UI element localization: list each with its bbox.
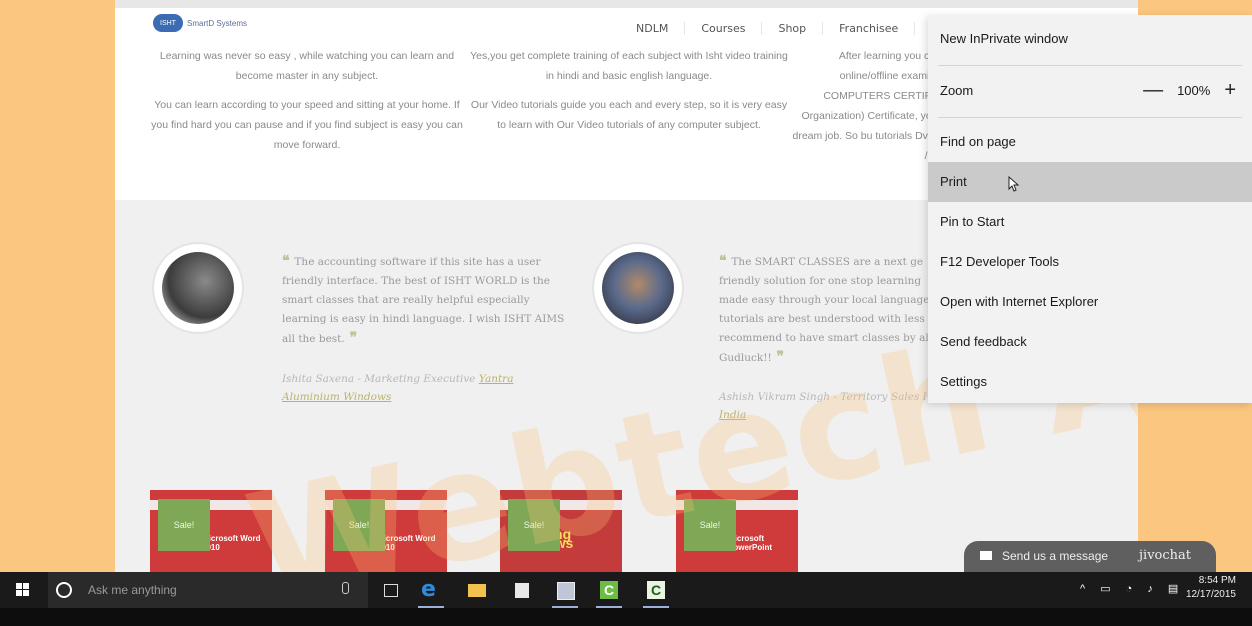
site-logo[interactable]: ISHT SmartD Systems xyxy=(153,14,247,32)
system-tray-icons[interactable]: ^ ▭ ◔ ♪ ▤ xyxy=(1080,582,1184,595)
feature-column-3: After learning you can online/offline ex… xyxy=(791,46,942,175)
menu-item-new-inprivate[interactable]: New InPrivate window xyxy=(928,19,1252,59)
zoom-controls: — 100% + xyxy=(1143,79,1236,102)
clock-date: 12/17/2015 xyxy=(1185,589,1236,600)
camtasia-recorder-icon[interactable]: C xyxy=(643,578,669,608)
menu-item-find-on-page[interactable]: Find on page xyxy=(928,122,1252,162)
open-quote-icon: ❝ xyxy=(719,253,732,269)
feature-column-1: Learning was never so easy , while watch… xyxy=(147,46,467,164)
feature-text: Our Video tutorials guide you each and e… xyxy=(470,99,788,131)
nav-link-shop[interactable]: Shop xyxy=(762,22,824,35)
open-quote-icon: ❝ xyxy=(282,253,295,269)
close-quote-icon: ❞ xyxy=(344,330,358,346)
zoom-in-button[interactable]: + xyxy=(1224,79,1236,102)
microphone-icon[interactable] xyxy=(342,582,349,594)
search-placeholder: Ask me anything xyxy=(88,583,177,597)
taskbar-clock[interactable]: 8:54 PM 12/17/2015 xyxy=(1186,574,1236,602)
zoom-level: 100% xyxy=(1177,83,1211,98)
envelope-icon xyxy=(980,551,992,560)
feature-text: You can learn according to your speed an… xyxy=(151,99,463,151)
cortana-search-box[interactable]: Ask me anything xyxy=(48,572,368,608)
avatar xyxy=(154,244,242,332)
video-letterbox xyxy=(0,608,1252,626)
file-explorer-icon[interactable] xyxy=(464,578,490,602)
cortana-icon xyxy=(56,582,72,598)
nav-link-ndlm[interactable]: NDLM xyxy=(620,22,686,35)
feature-text: Yes,you get complete training of each su… xyxy=(470,50,788,82)
avatar xyxy=(594,244,682,332)
menu-item-settings[interactable]: Settings xyxy=(928,362,1252,402)
windows-start-icon[interactable] xyxy=(16,583,30,597)
chat-label: Send us a message xyxy=(1002,549,1109,563)
windows-taskbar: Ask me anything e C C ^ ▭ ◔ ♪ ▤ 8:54 PM … xyxy=(0,572,1252,608)
store-icon[interactable] xyxy=(509,578,535,602)
logo-text: SmartD Systems xyxy=(187,18,248,28)
browser-more-menu: New InPrivate window Zoom — 100% + Find … xyxy=(928,15,1252,403)
menu-divider xyxy=(938,65,1242,66)
testimonial-quote: ❝ The accounting software if this site h… xyxy=(282,253,565,346)
menu-item-pin-to-start[interactable]: Pin to Start xyxy=(928,202,1252,242)
app-window-icon[interactable] xyxy=(552,578,578,608)
task-view-icon[interactable] xyxy=(377,578,403,602)
edge-browser-icon[interactable]: e xyxy=(418,578,444,608)
clock-time: 8:54 PM xyxy=(1198,575,1236,586)
menu-item-send-feedback[interactable]: Send feedback xyxy=(928,322,1252,362)
testimonial-author: Ishita Saxena - Marketing Executive Yant… xyxy=(282,373,514,403)
menu-item-f12-tools[interactable]: F12 Developer Tools xyxy=(928,242,1252,282)
camtasia-icon[interactable]: C xyxy=(596,578,622,608)
chat-widget[interactable]: Send us a message jivochat xyxy=(964,541,1216,572)
menu-item-zoom: Zoom — 100% + xyxy=(940,79,1236,102)
menu-item-print[interactable]: Print xyxy=(928,162,1252,202)
feature-text: After learning you can online/offline ex… xyxy=(792,50,942,162)
chat-brand: jivochat xyxy=(1139,548,1191,563)
browser-strip xyxy=(115,0,1138,8)
mouse-cursor-icon xyxy=(1008,176,1020,192)
zoom-out-button[interactable]: — xyxy=(1143,79,1163,102)
nav-links: NDLM Courses Shop Franchisee Softw xyxy=(620,22,979,35)
nav-link-courses[interactable]: Courses xyxy=(685,22,763,35)
feature-column-2: Yes,you get complete training of each su… xyxy=(469,46,789,144)
nav-link-franchisee[interactable]: Franchisee xyxy=(823,22,916,35)
sale-badge: Sale! xyxy=(158,499,210,551)
feature-text: Learning was never so easy , while watch… xyxy=(159,50,455,82)
menu-divider xyxy=(938,117,1242,118)
logo-mark-icon: ISHT xyxy=(153,14,183,32)
menu-item-open-ie[interactable]: Open with Internet Explorer xyxy=(928,282,1252,322)
